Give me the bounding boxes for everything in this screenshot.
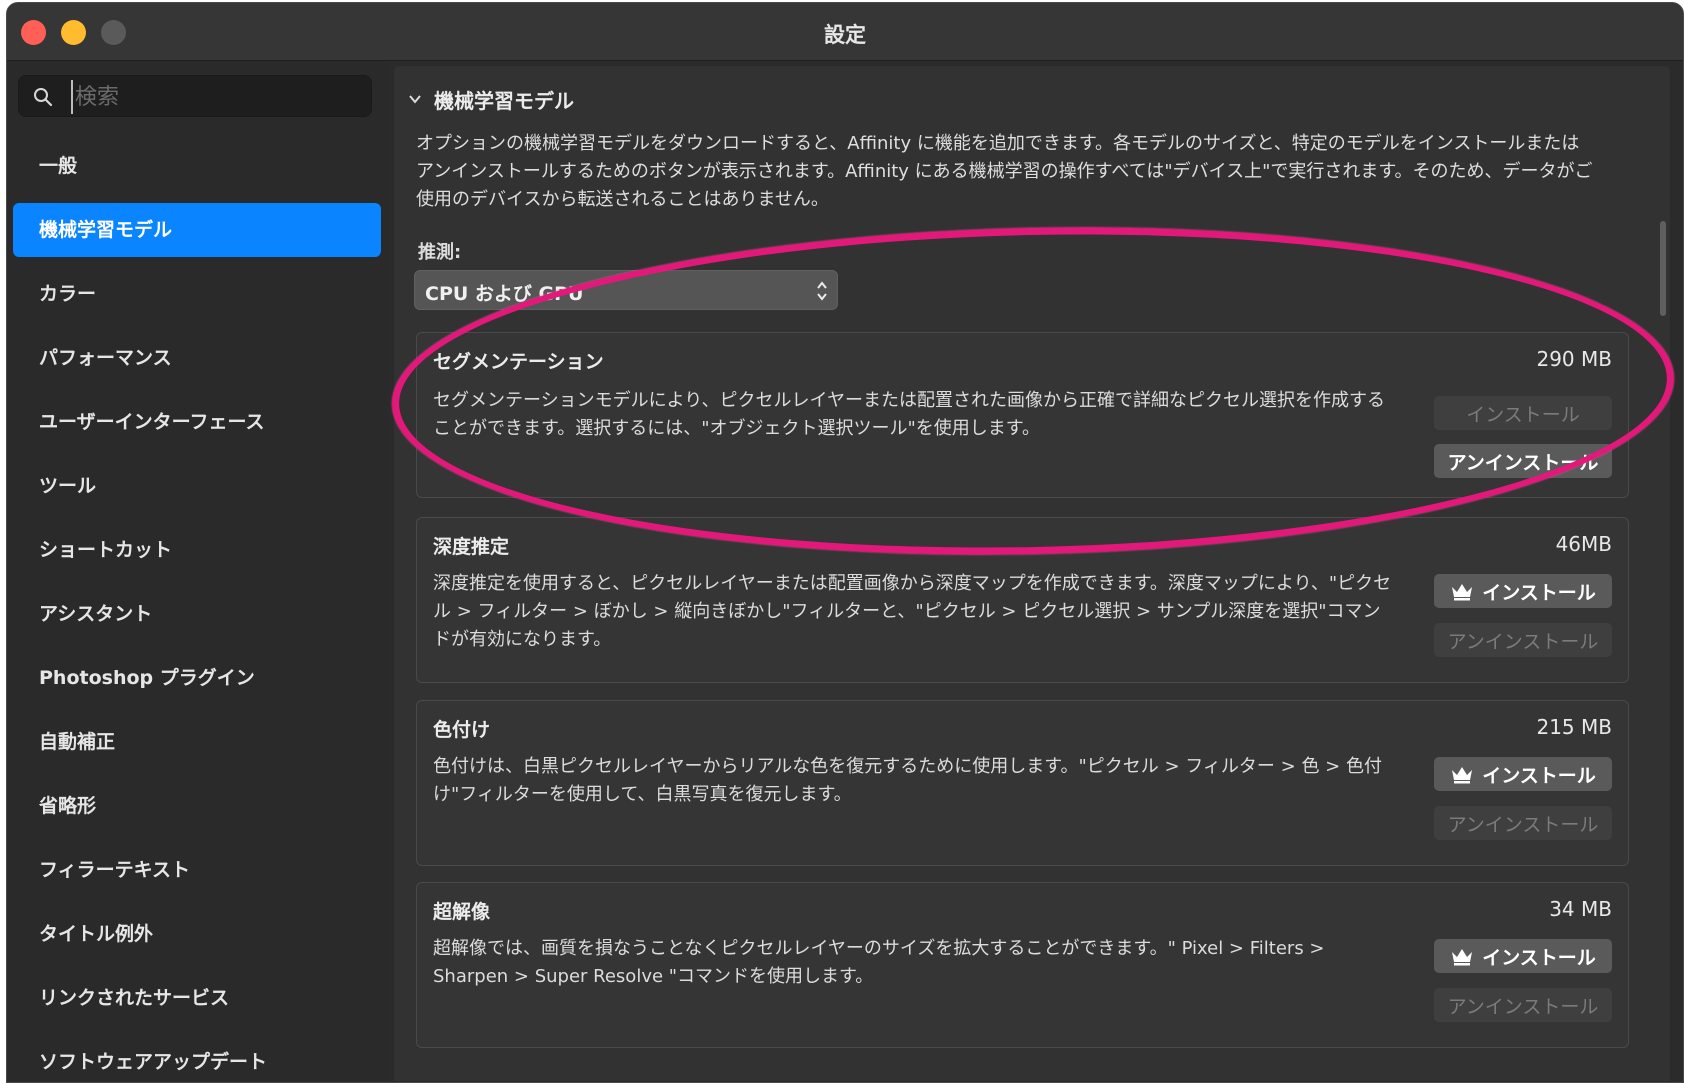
uninstall-button-label: アンインストール bbox=[1447, 451, 1599, 474]
sidebar-nav: 一般 機械学習モデル カラー パフォーマンス ユーザーインターフェース ツール … bbox=[7, 139, 387, 1082]
up-down-arrows-icon bbox=[817, 281, 827, 301]
model-description: セグメンテーションモデルにより、ピクセルレイヤーまたは配置された画像から正確で詳… bbox=[433, 390, 1386, 439]
install-button[interactable]: インストール bbox=[1434, 396, 1612, 430]
uninstall-button-label: アンインストール bbox=[1447, 995, 1599, 1018]
model-card-colorization: 色付け 215 MB 色付けは、白黒ピクセルレイヤーからリアルな色を復元するため… bbox=[416, 700, 1629, 866]
settings-window: 設定 一般 機械学習モデル カラー パフォーマンス ユーザーインターフェース ツ… bbox=[6, 2, 1684, 1083]
install-button[interactable]: インストール bbox=[1434, 574, 1612, 608]
chevron-down-icon[interactable] bbox=[408, 92, 422, 106]
model-size: 290 MB bbox=[1536, 347, 1612, 371]
crown-icon bbox=[1452, 949, 1473, 966]
uninstall-button-label: アンインストール bbox=[1447, 813, 1599, 836]
sidebar: 一般 機械学習モデル カラー パフォーマンス ユーザーインターフェース ツール … bbox=[7, 61, 387, 1082]
sidebar-item-tools[interactable]: ツール bbox=[13, 459, 381, 513]
install-button-label: インストール bbox=[1466, 403, 1580, 426]
model-name: 色付け bbox=[433, 719, 491, 741]
model-name: セグメンテーション bbox=[433, 351, 604, 373]
uninstall-button[interactable]: アンインストール bbox=[1434, 806, 1612, 840]
sidebar-item-shortcuts[interactable]: ショートカット bbox=[13, 523, 381, 577]
model-size: 215 MB bbox=[1536, 715, 1612, 739]
model-size: 34 MB bbox=[1549, 897, 1612, 921]
install-button[interactable]: インストール bbox=[1434, 757, 1612, 791]
sidebar-item-color[interactable]: カラー bbox=[13, 267, 381, 321]
install-button-label: インストール bbox=[1482, 764, 1596, 787]
search-box[interactable] bbox=[18, 75, 372, 117]
model-description: 深度推定を使用すると、ピクセルレイヤーまたは配置画像から深度マップを作成できます… bbox=[433, 573, 1392, 650]
model-description: 色付けは、白黒ピクセルレイヤーからリアルな色を復元するために使用します。"ピクセ… bbox=[433, 756, 1382, 805]
uninstall-button[interactable]: アンインストール bbox=[1434, 444, 1612, 478]
install-button-label: インストール bbox=[1482, 946, 1596, 969]
window-title: 設定 bbox=[824, 23, 866, 47]
sidebar-item-performance[interactable]: パフォーマンス bbox=[13, 331, 381, 385]
crown-icon bbox=[1452, 767, 1473, 784]
section-header[interactable]: 機械学習モデル bbox=[408, 84, 574, 114]
model-name: 深度推定 bbox=[433, 536, 510, 558]
inference-label: 推測: bbox=[418, 242, 462, 263]
uninstall-button[interactable]: アンインストール bbox=[1434, 623, 1612, 657]
install-button[interactable]: インストール bbox=[1434, 939, 1612, 973]
uninstall-button-label: アンインストール bbox=[1447, 630, 1599, 653]
sidebar-item-user-interface[interactable]: ユーザーインターフェース bbox=[13, 395, 381, 449]
search-input[interactable] bbox=[71, 80, 361, 114]
sidebar-item-software-update[interactable]: ソフトウェアアップデート bbox=[13, 1035, 381, 1082]
sidebar-item-photoshop-plugins[interactable]: Photoshop プラグイン bbox=[13, 651, 381, 705]
section-description: オプションの機械学習モデルをダウンロードすると、Affinity に機能を追加で… bbox=[416, 133, 1593, 210]
install-button-label: インストール bbox=[1482, 581, 1596, 604]
sidebar-item-general[interactable]: 一般 bbox=[13, 139, 381, 193]
section-title: 機械学習モデル bbox=[434, 88, 574, 113]
search-icon bbox=[34, 88, 53, 107]
sidebar-item-filler-text[interactable]: フィラーテキスト bbox=[13, 843, 381, 897]
sidebar-item-assistant[interactable]: アシスタント bbox=[13, 587, 381, 641]
sidebar-item-linked-services[interactable]: リンクされたサービス bbox=[13, 971, 381, 1025]
uninstall-button[interactable]: アンインストール bbox=[1434, 988, 1612, 1022]
sidebar-item-machine-learning-models[interactable]: 機械学習モデル bbox=[13, 203, 381, 257]
model-card-depth-estimation: 深度推定 46MB 深度推定を使用すると、ピクセルレイヤーまたは配置画像から深度… bbox=[416, 517, 1629, 683]
inference-select[interactable]: CPU および GPU bbox=[414, 270, 838, 310]
inference-select-value: CPU および GPU bbox=[425, 283, 584, 305]
sidebar-item-abbreviations[interactable]: 省略形 bbox=[13, 779, 381, 833]
model-card-segmentation: セグメンテーション 290 MB セグメンテーションモデルにより、ピクセルレイヤ… bbox=[416, 332, 1629, 498]
model-name: 超解像 bbox=[433, 901, 491, 923]
model-size: 46MB bbox=[1555, 532, 1612, 556]
model-description: 超解像では、画質を損なうことなくピクセルレイヤーのサイズを拡大することができます… bbox=[433, 938, 1325, 987]
crown-icon bbox=[1452, 584, 1473, 601]
model-card-super-resolution: 超解像 34 MB 超解像では、画質を損なうことなくピクセルレイヤーのサイズを拡… bbox=[416, 882, 1629, 1048]
scrollbar[interactable] bbox=[1660, 221, 1666, 316]
sidebar-item-auto-correct[interactable]: 自動補正 bbox=[13, 715, 381, 769]
title-bar: 設定 bbox=[7, 3, 1683, 61]
sidebar-item-title-exceptions[interactable]: タイトル例外 bbox=[13, 907, 381, 961]
main-panel: 機械学習モデル オプションの機械学習モデルをダウンロードすると、Affinity… bbox=[393, 65, 1671, 1082]
